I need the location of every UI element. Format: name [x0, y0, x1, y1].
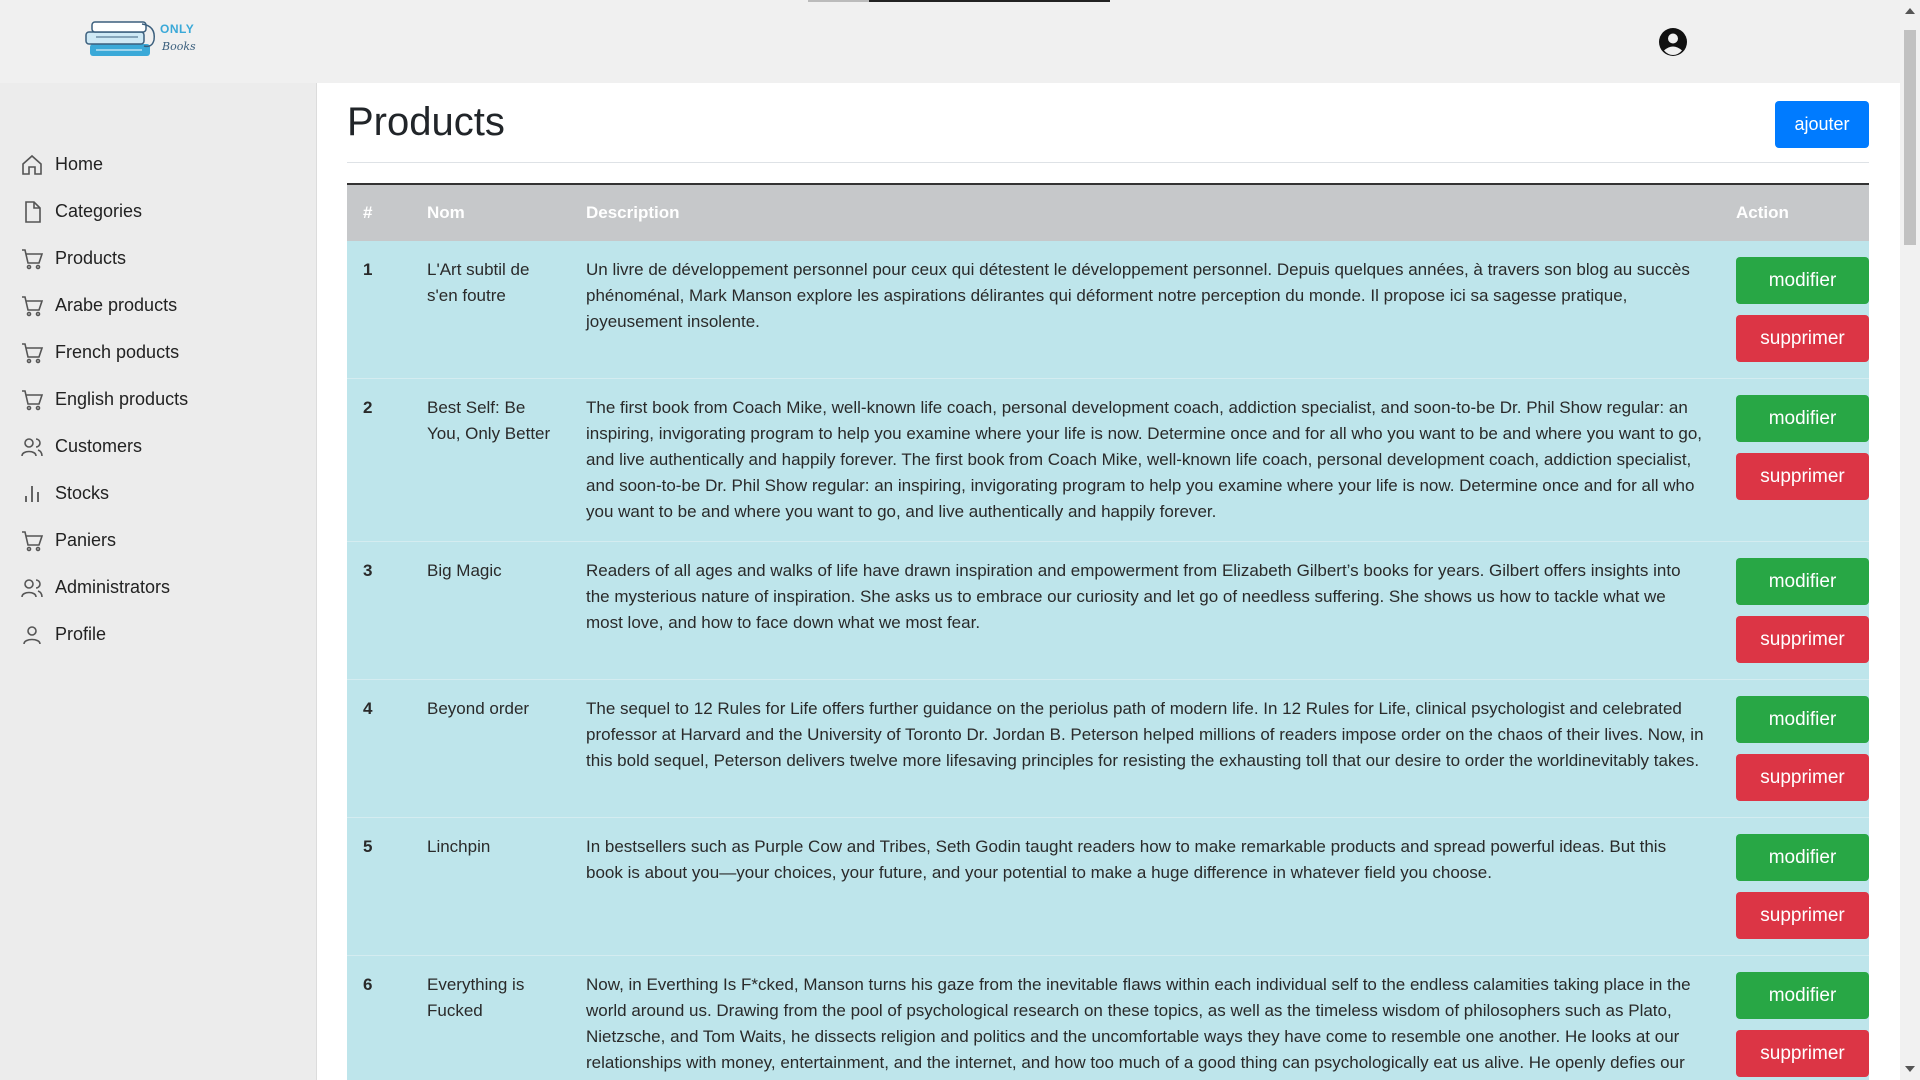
books-logo-icon: [85, 21, 155, 56]
row-actions: modifier supprimer: [1720, 818, 1869, 956]
user-circle-icon[interactable]: [1658, 27, 1688, 57]
cart-icon: [20, 341, 44, 365]
row-name: Linchpin: [427, 837, 491, 856]
users-icon: [20, 435, 44, 459]
sidebar-item-label: Profile: [55, 624, 107, 644]
sidebar-item-categories[interactable]: Categories: [0, 188, 316, 235]
brand-line-2: Books: [162, 40, 196, 53]
sidebar-item-label: Products: [55, 248, 127, 268]
sidebar-nav: Home Categories Products Arabe products …: [0, 83, 316, 658]
row-number: 5: [363, 837, 373, 856]
scroll-down-icon[interactable]: [1905, 1066, 1915, 1072]
products-table-container: # Nom Description Action 1 L'Art subtil …: [347, 183, 1869, 1080]
sidebar-item-administrators[interactable]: Administrators: [0, 564, 316, 611]
cart-icon: [20, 529, 44, 553]
table-row: 1 L'Art subtil de s'en foutre Un livre d…: [347, 241, 1869, 379]
scrollbar-thumb[interactable]: [1904, 30, 1916, 245]
sidebar-item-label: Paniers: [55, 530, 117, 550]
scroll-up-icon[interactable]: [1905, 8, 1915, 14]
add-product-button[interactable]: ajouter: [1775, 101, 1869, 148]
edit-button[interactable]: modifier: [1736, 834, 1869, 881]
delete-button[interactable]: supprimer: [1736, 754, 1869, 801]
row-actions: modifier supprimer: [1720, 680, 1869, 818]
row-number: 3: [363, 561, 373, 580]
sidebar-item-label: French poducts: [55, 342, 180, 362]
sidebar-item-label: Administrators: [55, 577, 171, 597]
sidebar-item-label: Customers: [55, 436, 143, 456]
sidebar-item-english-products[interactable]: English products: [0, 376, 316, 423]
products-table: # Nom Description Action 1 L'Art subtil …: [347, 183, 1869, 1080]
sidebar-item-customers[interactable]: Customers: [0, 423, 316, 470]
column-header-action: Action: [1736, 203, 1789, 222]
row-name: Big Magic: [427, 561, 502, 580]
main-content: Products ajouter # Nom Description Actio…: [318, 83, 1900, 1080]
row-description: Now, in Everthing Is F*cked, Manson turn…: [586, 975, 1691, 1080]
sidebar-item-profile[interactable]: Profile: [0, 611, 316, 658]
column-header-name: Nom: [427, 203, 465, 222]
delete-button[interactable]: supprimer: [1736, 1030, 1869, 1077]
sidebar-item-french-products[interactable]: French poducts: [0, 329, 316, 376]
row-number: 2: [363, 398, 373, 417]
brand-line-1: ONLY: [160, 22, 195, 36]
sidebar-item-paniers[interactable]: Paniers: [0, 517, 316, 564]
user-icon: [20, 623, 44, 647]
row-number: 4: [363, 699, 373, 718]
row-actions: modifier supprimer: [1720, 241, 1869, 379]
row-description: The first book from Coach Mike, well-kno…: [586, 398, 1703, 521]
home-icon: [20, 153, 44, 177]
table-row: 2 Best Self: Be You, Only Better The fir…: [347, 378, 1869, 542]
page-header: Products ajouter: [347, 83, 1869, 163]
edit-button[interactable]: modifier: [1736, 972, 1869, 1019]
sidebar-item-arabe-products[interactable]: Arabe products: [0, 282, 316, 329]
column-header-description: Description: [586, 203, 680, 222]
sidebar-item-label: Categories: [55, 201, 143, 221]
row-name: Best Self: Be You, Only Better: [427, 398, 551, 443]
brand-logo[interactable]: ONLY Books: [82, 18, 197, 62]
row-actions: modifier supprimer: [1720, 956, 1869, 1080]
table-row: 3 Big Magic Readers of all ages and walk…: [347, 541, 1869, 680]
delete-button[interactable]: supprimer: [1736, 453, 1869, 500]
cart-icon: [20, 388, 44, 412]
table-row: 5 Linchpin In bestsellers such as Purple…: [347, 817, 1869, 956]
edit-button[interactable]: modifier: [1736, 558, 1869, 605]
bar-chart-icon: [20, 482, 44, 506]
column-header-number: #: [363, 203, 373, 222]
row-description: Un livre de développement personnel pour…: [586, 260, 1690, 331]
row-description: The sequel to 12 Rules for Life offers f…: [586, 699, 1704, 770]
edit-button[interactable]: modifier: [1736, 395, 1869, 442]
sidebar-item-label: Stocks: [55, 483, 110, 503]
row-actions: modifier supprimer: [1720, 542, 1869, 680]
cart-icon: [20, 294, 44, 318]
sidebar-item-label: Arabe products: [55, 295, 178, 315]
row-description: Readers of all ages and walks of life ha…: [586, 561, 1681, 632]
row-number: 6: [363, 975, 373, 994]
page-title: Products: [347, 100, 505, 144]
table-header-row: # Nom Description Action: [347, 184, 1869, 241]
page-scrollbar[interactable]: [1900, 0, 1920, 1080]
top-bar: ONLY Books: [0, 0, 1900, 83]
row-name: Everything is Fucked: [427, 975, 525, 1020]
table-row: 4 Beyond order The sequel to 12 Rules fo…: [347, 679, 1869, 818]
row-name: L'Art subtil de s'en foutre: [427, 260, 530, 305]
row-actions: modifier supprimer: [1720, 379, 1869, 542]
sidebar-item-products[interactable]: Products: [0, 235, 316, 282]
delete-button[interactable]: supprimer: [1736, 616, 1869, 663]
top-progress-indicator: [808, 0, 1110, 2]
row-description: In bestsellers such as Purple Cow and Tr…: [586, 837, 1667, 882]
edit-button[interactable]: modifier: [1736, 696, 1869, 743]
file-icon: [20, 200, 44, 224]
sidebar-item-label: English products: [55, 389, 189, 409]
sidebar-item-stocks[interactable]: Stocks: [0, 470, 316, 517]
users-icon: [20, 576, 44, 600]
row-number: 1: [363, 260, 373, 279]
delete-button[interactable]: supprimer: [1736, 315, 1869, 362]
sidebar-item-label: Home: [55, 154, 104, 174]
table-row: 6 Everything is Fucked Now, in Everthing…: [347, 955, 1869, 1080]
edit-button[interactable]: modifier: [1736, 257, 1869, 304]
delete-button[interactable]: supprimer: [1736, 892, 1869, 939]
row-name: Beyond order: [427, 699, 530, 718]
cart-icon: [20, 247, 44, 271]
sidebar-item-home[interactable]: Home: [0, 141, 316, 188]
sidebar: Home Categories Products Arabe products …: [0, 83, 317, 1080]
